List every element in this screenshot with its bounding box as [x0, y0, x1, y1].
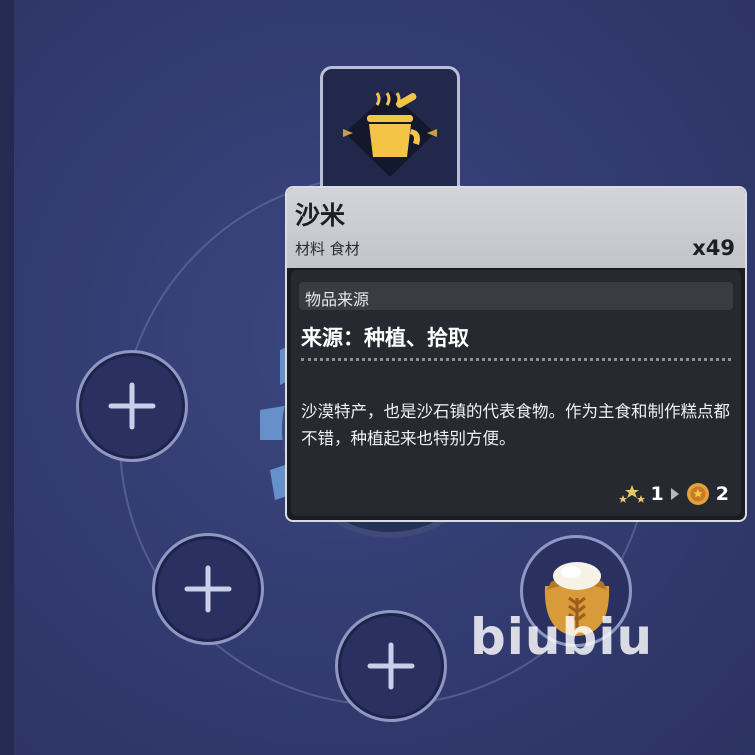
source-section-label: 物品来源 — [305, 290, 370, 309]
plus-icon — [108, 382, 156, 430]
dotted-divider — [301, 358, 731, 361]
plus-icon — [367, 642, 415, 690]
coin-icon — [686, 483, 709, 505]
source-section-bar: 物品来源 — [299, 282, 733, 310]
item-tooltip: 沙米 材料 食材 x49 物品来源 来源：种植、拾取 沙漠特产，也是沙石镇的代表… — [285, 186, 747, 522]
item-count: x49 — [692, 236, 735, 260]
cooking-pot-icon — [343, 91, 437, 177]
arrow-right-icon — [670, 488, 679, 500]
add-slot-bottom-left[interactable] — [152, 533, 264, 645]
plus-icon — [184, 565, 232, 613]
add-slot-bottom[interactable] — [335, 610, 447, 722]
tooltip-header: 沙米 材料 食材 x49 — [287, 188, 745, 268]
item-name: 沙米 — [295, 201, 346, 230]
item-value-footer: 1 2 — [618, 482, 729, 506]
stars-value: 1 — [650, 483, 664, 505]
tooltip-body: 物品来源 来源：种植、拾取 沙漠特产，也是沙石镇的代表食物。作为主食和制作糕点都… — [291, 270, 741, 516]
cooking-station-card[interactable] — [320, 66, 460, 198]
stars-icon — [618, 485, 645, 503]
source-value: 来源：种植、拾取 — [301, 326, 469, 350]
watermark-text: biubiu — [470, 608, 654, 666]
add-slot-left[interactable] — [76, 350, 188, 462]
item-description: 沙漠特产，也是沙石镇的代表食物。作为主食和制作糕点都不错，种植起来也特别方便。 — [301, 402, 730, 448]
item-tags: 材料 食材 — [295, 240, 360, 258]
coin-value: 2 — [715, 483, 729, 505]
